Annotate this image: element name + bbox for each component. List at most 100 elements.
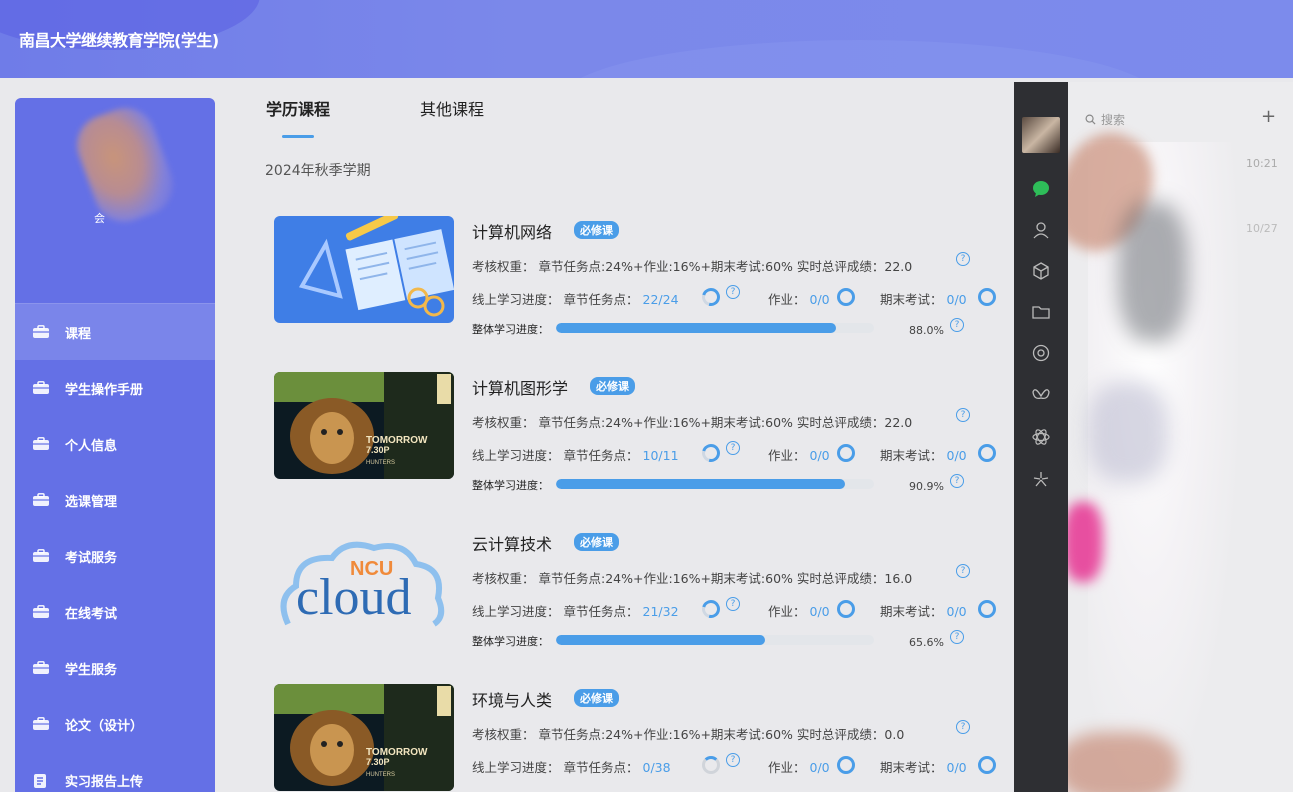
overall-progress-fill bbox=[556, 479, 846, 489]
required-badge: 必修课 bbox=[590, 377, 635, 395]
help-icon[interactable]: ? bbox=[956, 720, 970, 734]
course-thumbnail[interactable] bbox=[274, 216, 454, 323]
chat-search[interactable]: 搜索 bbox=[1085, 111, 1125, 128]
briefcase-icon bbox=[32, 605, 50, 619]
weight-row: 考核权重： 章节任务点:24%+作业:16%+期末考试:60% 实时总评成绩：1… bbox=[472, 568, 912, 587]
logo-cloud: cloud bbox=[296, 569, 412, 626]
help-icon[interactable]: ? bbox=[726, 285, 740, 299]
sidebar-item-label: 选课管理 bbox=[65, 494, 118, 510]
tab-other-courses[interactable]: 其他课程 bbox=[420, 96, 484, 120]
help-icon[interactable]: ? bbox=[726, 597, 740, 611]
weight-label: 考核权重： bbox=[472, 571, 535, 586]
help-icon[interactable]: ? bbox=[950, 318, 964, 332]
online-progress-label: 线上学习进度： bbox=[472, 760, 560, 775]
avatar[interactable] bbox=[68, 99, 182, 231]
course-thumbnail-lion bbox=[274, 684, 454, 791]
final-exam-label: 期末考试： bbox=[880, 604, 943, 619]
final-exam-ring bbox=[978, 288, 996, 306]
sidebar-item-4[interactable]: 考试服务 bbox=[15, 528, 215, 584]
online-progress-label: 线上学习进度： bbox=[472, 292, 560, 307]
chapter-progress-ring bbox=[698, 596, 724, 622]
sidebar-item-7[interactable]: 论文（设计） bbox=[15, 696, 215, 752]
help-icon[interactable]: ? bbox=[956, 408, 970, 422]
online-progress-row: 线上学习进度： 章节任务点： 10/11 bbox=[472, 445, 679, 464]
active-tab-indicator bbox=[282, 135, 314, 138]
chapter-label: 章节任务点： bbox=[563, 448, 639, 463]
sidebar-item-label: 学生服务 bbox=[65, 662, 118, 678]
chapter-progress-ring bbox=[698, 284, 724, 310]
blurred-content bbox=[1068, 732, 1178, 792]
sidebar-item-0[interactable]: 课程 bbox=[15, 304, 215, 360]
chapter-progress: 21/32 bbox=[642, 604, 679, 619]
butterfly-icon[interactable] bbox=[1031, 386, 1051, 406]
sidebar-item-1[interactable]: 学生操作手册 bbox=[15, 360, 215, 416]
cube-icon[interactable] bbox=[1031, 261, 1051, 281]
weight-text: 章节任务点:24%+作业:16%+期末考试:60% 实时总评成绩：16.0 bbox=[538, 571, 913, 586]
course-card: TOMORROW 7.30P HUNTERS 环境与人类 必修课 考核权重： 章节任务点:… bbox=[274, 684, 1004, 792]
sidebar-item-8[interactable]: 实习报告上传 bbox=[15, 752, 215, 792]
app-title: 南昌大学继续教育学院(学生) bbox=[19, 31, 219, 50]
sidebar-item-5[interactable]: 在线考试 bbox=[15, 584, 215, 640]
overall-progress-label: 整体学习进度： bbox=[472, 635, 549, 648]
course-thumbnail-lion bbox=[274, 372, 454, 479]
overall-progress-label: 整体学习进度： bbox=[472, 323, 549, 336]
course-name[interactable]: 计算机图形学 bbox=[472, 375, 568, 399]
final-exam-label: 期末考试： bbox=[880, 292, 943, 307]
final-exam-row: 期末考试： 0/0 bbox=[880, 445, 967, 464]
dock-avatar[interactable] bbox=[1022, 117, 1060, 153]
chat-timestamp: 10:21 bbox=[1246, 157, 1278, 170]
weight-text: 章节任务点:24%+作业:16%+期末考试:60% 实时总评成绩：22.0 bbox=[538, 415, 913, 430]
course-thumbnail[interactable]: TOMORROW 7.30P HUNTERS bbox=[274, 684, 454, 791]
sparkle-icon[interactable] bbox=[1031, 469, 1051, 489]
atom-icon[interactable] bbox=[1031, 427, 1051, 447]
homework-ring bbox=[837, 756, 855, 774]
chapter-label: 章节任务点： bbox=[563, 760, 639, 775]
help-icon[interactable]: ? bbox=[956, 564, 970, 578]
chapter-progress-ring bbox=[702, 756, 720, 774]
sidebar-item-label: 课程 bbox=[65, 326, 92, 342]
sidebar-item-6[interactable]: 学生服务 bbox=[15, 640, 215, 696]
weight-label: 考核权重： bbox=[472, 415, 535, 430]
course-name[interactable]: 云计算技术 bbox=[472, 531, 552, 555]
help-icon[interactable]: ? bbox=[950, 474, 964, 488]
header-decoration bbox=[560, 40, 1160, 78]
poster-time: 7.30P bbox=[366, 445, 390, 455]
chapter-label: 章节任务点： bbox=[563, 604, 639, 619]
homework-ring bbox=[837, 288, 855, 306]
chat-icon[interactable] bbox=[1031, 178, 1051, 198]
chat-timestamp: 10/27 bbox=[1246, 222, 1278, 235]
homework-progress: 0/0 bbox=[809, 604, 830, 619]
homework-progress: 0/0 bbox=[809, 760, 830, 775]
course-thumbnail[interactable]: NCU cloud bbox=[274, 528, 454, 635]
course-thumbnail[interactable]: TOMORROW 7.30P HUNTERS bbox=[274, 372, 454, 479]
app-dock bbox=[1014, 82, 1068, 792]
add-chat-button[interactable]: + bbox=[1261, 106, 1276, 127]
sidebar-item-label: 在线考试 bbox=[65, 606, 118, 622]
sidebar-item-2[interactable]: 个人信息 bbox=[15, 416, 215, 472]
course-name[interactable]: 计算机网络 bbox=[472, 219, 552, 243]
course-name[interactable]: 环境与人类 bbox=[472, 687, 552, 711]
required-badge: 必修课 bbox=[574, 221, 619, 239]
help-icon[interactable]: ? bbox=[950, 630, 964, 644]
help-icon[interactable]: ? bbox=[726, 753, 740, 767]
final-exam-ring bbox=[978, 444, 996, 462]
online-progress-label: 线上学习进度： bbox=[472, 448, 560, 463]
course-card: 计算机网络 必修课考核权重： 章节任务点:24%+作业:16%+期末考试:60% … bbox=[274, 216, 1004, 337]
final-exam-progress: 0/0 bbox=[946, 760, 967, 775]
required-badge: 必修课 bbox=[574, 689, 619, 707]
final-exam-ring bbox=[978, 600, 996, 618]
chapter-progress: 22/24 bbox=[642, 292, 679, 307]
homework-row: 作业： 0/0 bbox=[768, 289, 830, 308]
briefcase-icon bbox=[32, 437, 50, 451]
course-card: NCU cloud 云计算技术 必修课 考核权重： 章节任务点:24%+作业:16%+期… bbox=[274, 528, 1004, 649]
folder-icon[interactable] bbox=[1031, 302, 1051, 322]
homework-row: 作业： 0/0 bbox=[768, 757, 830, 776]
sidebar-item-3[interactable]: 选课管理 bbox=[15, 472, 215, 528]
sidebar-item-label: 论文（设计） bbox=[65, 718, 144, 734]
tab-degree-courses[interactable]: 学历课程 bbox=[266, 96, 330, 120]
weight-row: 考核权重： 章节任务点:24%+作业:16%+期末考试:60% 实时总评成绩：2… bbox=[472, 256, 912, 275]
help-icon[interactable]: ? bbox=[726, 441, 740, 455]
help-icon[interactable]: ? bbox=[956, 252, 970, 266]
contacts-icon[interactable] bbox=[1031, 220, 1051, 240]
aperture-icon[interactable] bbox=[1031, 343, 1051, 363]
